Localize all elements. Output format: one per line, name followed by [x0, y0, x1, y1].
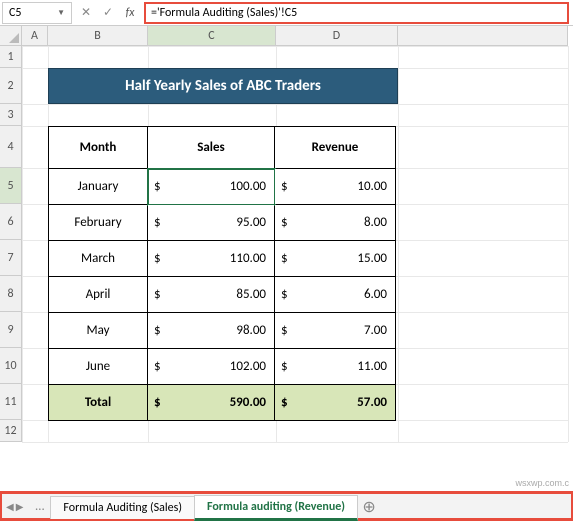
money-cell[interactable]: $7.00 — [275, 313, 396, 349]
money-cell[interactable]: $85.00 — [148, 277, 275, 313]
tab-nav: ◀ ▶ — [0, 500, 29, 513]
formula-bar: C5 ▼ ✕ ✓ fx ='Formula Auditing (Sales)'!… — [0, 0, 573, 26]
row-header-5[interactable]: 5 — [0, 168, 22, 204]
worksheet-cells[interactable]: Half Yearly Sales of ABC Traders Month S… — [22, 46, 568, 442]
money-cell[interactable]: $110.00 — [148, 241, 275, 277]
sheet-tab-revenue[interactable]: Formula auditing (Revenue) — [194, 495, 358, 521]
chevron-down-icon[interactable]: ▼ — [57, 8, 65, 18]
cancel-icon[interactable]: ✕ — [76, 3, 96, 23]
title-banner: Half Yearly Sales of ABC Traders — [48, 68, 398, 104]
table-row: February $95.00 $8.00 — [49, 205, 396, 241]
row-header-12[interactable]: 12 — [0, 420, 22, 442]
table-row: April $85.00 $6.00 — [49, 277, 396, 313]
sheet-tabs-bar: ◀ ▶ … Formula Auditing (Sales) Formula a… — [0, 492, 573, 520]
money-cell[interactable]: $11.00 — [275, 349, 396, 385]
table-row: January $100.00 $10.00 — [49, 169, 396, 205]
col-header-blank[interactable] — [398, 26, 568, 46]
sheet-tab-sales[interactable]: Formula Auditing (Sales) — [50, 496, 195, 519]
watermark: wsxwp.com.c — [515, 478, 569, 488]
header-sales: Sales — [148, 127, 275, 169]
money-cell[interactable]: $590.00 — [148, 385, 275, 421]
money-cell[interactable]: $98.00 — [148, 313, 275, 349]
col-header-D[interactable]: D — [276, 26, 398, 46]
money-cell[interactable]: $15.00 — [275, 241, 396, 277]
cell-reference: C5 — [9, 6, 21, 20]
tab-next-icon[interactable]: ▶ — [16, 500, 24, 513]
money-cell[interactable]: $100.00 — [148, 169, 275, 205]
table-row: May $98.00 $7.00 — [49, 313, 396, 349]
money-cell[interactable]: $8.00 — [275, 205, 396, 241]
column-headers: ABCD — [22, 26, 568, 46]
col-header-C[interactable]: C — [148, 26, 276, 46]
total-label: Total — [49, 385, 148, 421]
row-header-11[interactable]: 11 — [0, 384, 22, 420]
row-header-9[interactable]: 9 — [0, 312, 22, 348]
row-headers: 123456789101112 — [0, 46, 22, 492]
formula-bar-buttons: ✕ ✓ fx — [76, 3, 140, 23]
month-cell[interactable]: March — [49, 241, 148, 277]
fx-icon[interactable]: fx — [120, 3, 140, 23]
tab-dots: … — [29, 499, 50, 514]
total-row: Total $590.00 $57.00 — [49, 385, 396, 421]
money-cell[interactable]: $57.00 — [275, 385, 396, 421]
money-cell[interactable]: $10.00 — [275, 169, 396, 205]
money-cell[interactable]: $95.00 — [148, 205, 275, 241]
month-cell[interactable]: February — [49, 205, 148, 241]
row-header-6[interactable]: 6 — [0, 204, 22, 240]
enter-icon[interactable]: ✓ — [98, 3, 118, 23]
row-header-1[interactable]: 1 — [0, 46, 22, 68]
sales-table: Month Sales Revenue January $100.00 $10.… — [48, 126, 396, 421]
row-header-8[interactable]: 8 — [0, 276, 22, 312]
month-cell[interactable]: May — [49, 313, 148, 349]
row-header-4[interactable]: 4 — [0, 126, 22, 168]
table-row: March $110.00 $15.00 — [49, 241, 396, 277]
row-header-2[interactable]: 2 — [0, 68, 22, 104]
header-revenue: Revenue — [275, 127, 396, 169]
table-row: June $102.00 $11.00 — [49, 349, 396, 385]
month-cell[interactable]: April — [49, 277, 148, 313]
row-header-10[interactable]: 10 — [0, 348, 22, 384]
name-box[interactable]: C5 ▼ — [2, 2, 72, 24]
money-cell[interactable]: $6.00 — [275, 277, 396, 313]
new-sheet-button[interactable]: ⊕ — [357, 495, 381, 519]
money-cell[interactable]: $102.00 — [148, 349, 275, 385]
formula-input[interactable]: ='Formula Auditing (Sales)'!C5 — [144, 2, 569, 24]
col-header-A[interactable]: A — [22, 26, 48, 46]
month-cell[interactable]: January — [49, 169, 148, 205]
select-all-cell[interactable] — [0, 26, 22, 46]
row-header-7[interactable]: 7 — [0, 240, 22, 276]
col-header-B[interactable]: B — [48, 26, 148, 46]
header-month: Month — [49, 127, 148, 169]
month-cell[interactable]: June — [49, 349, 148, 385]
row-header-3[interactable]: 3 — [0, 104, 22, 126]
tab-prev-icon[interactable]: ◀ — [6, 500, 14, 513]
grid-area: ABCD 123456789101112 Half Yearly Sales o… — [0, 26, 573, 492]
